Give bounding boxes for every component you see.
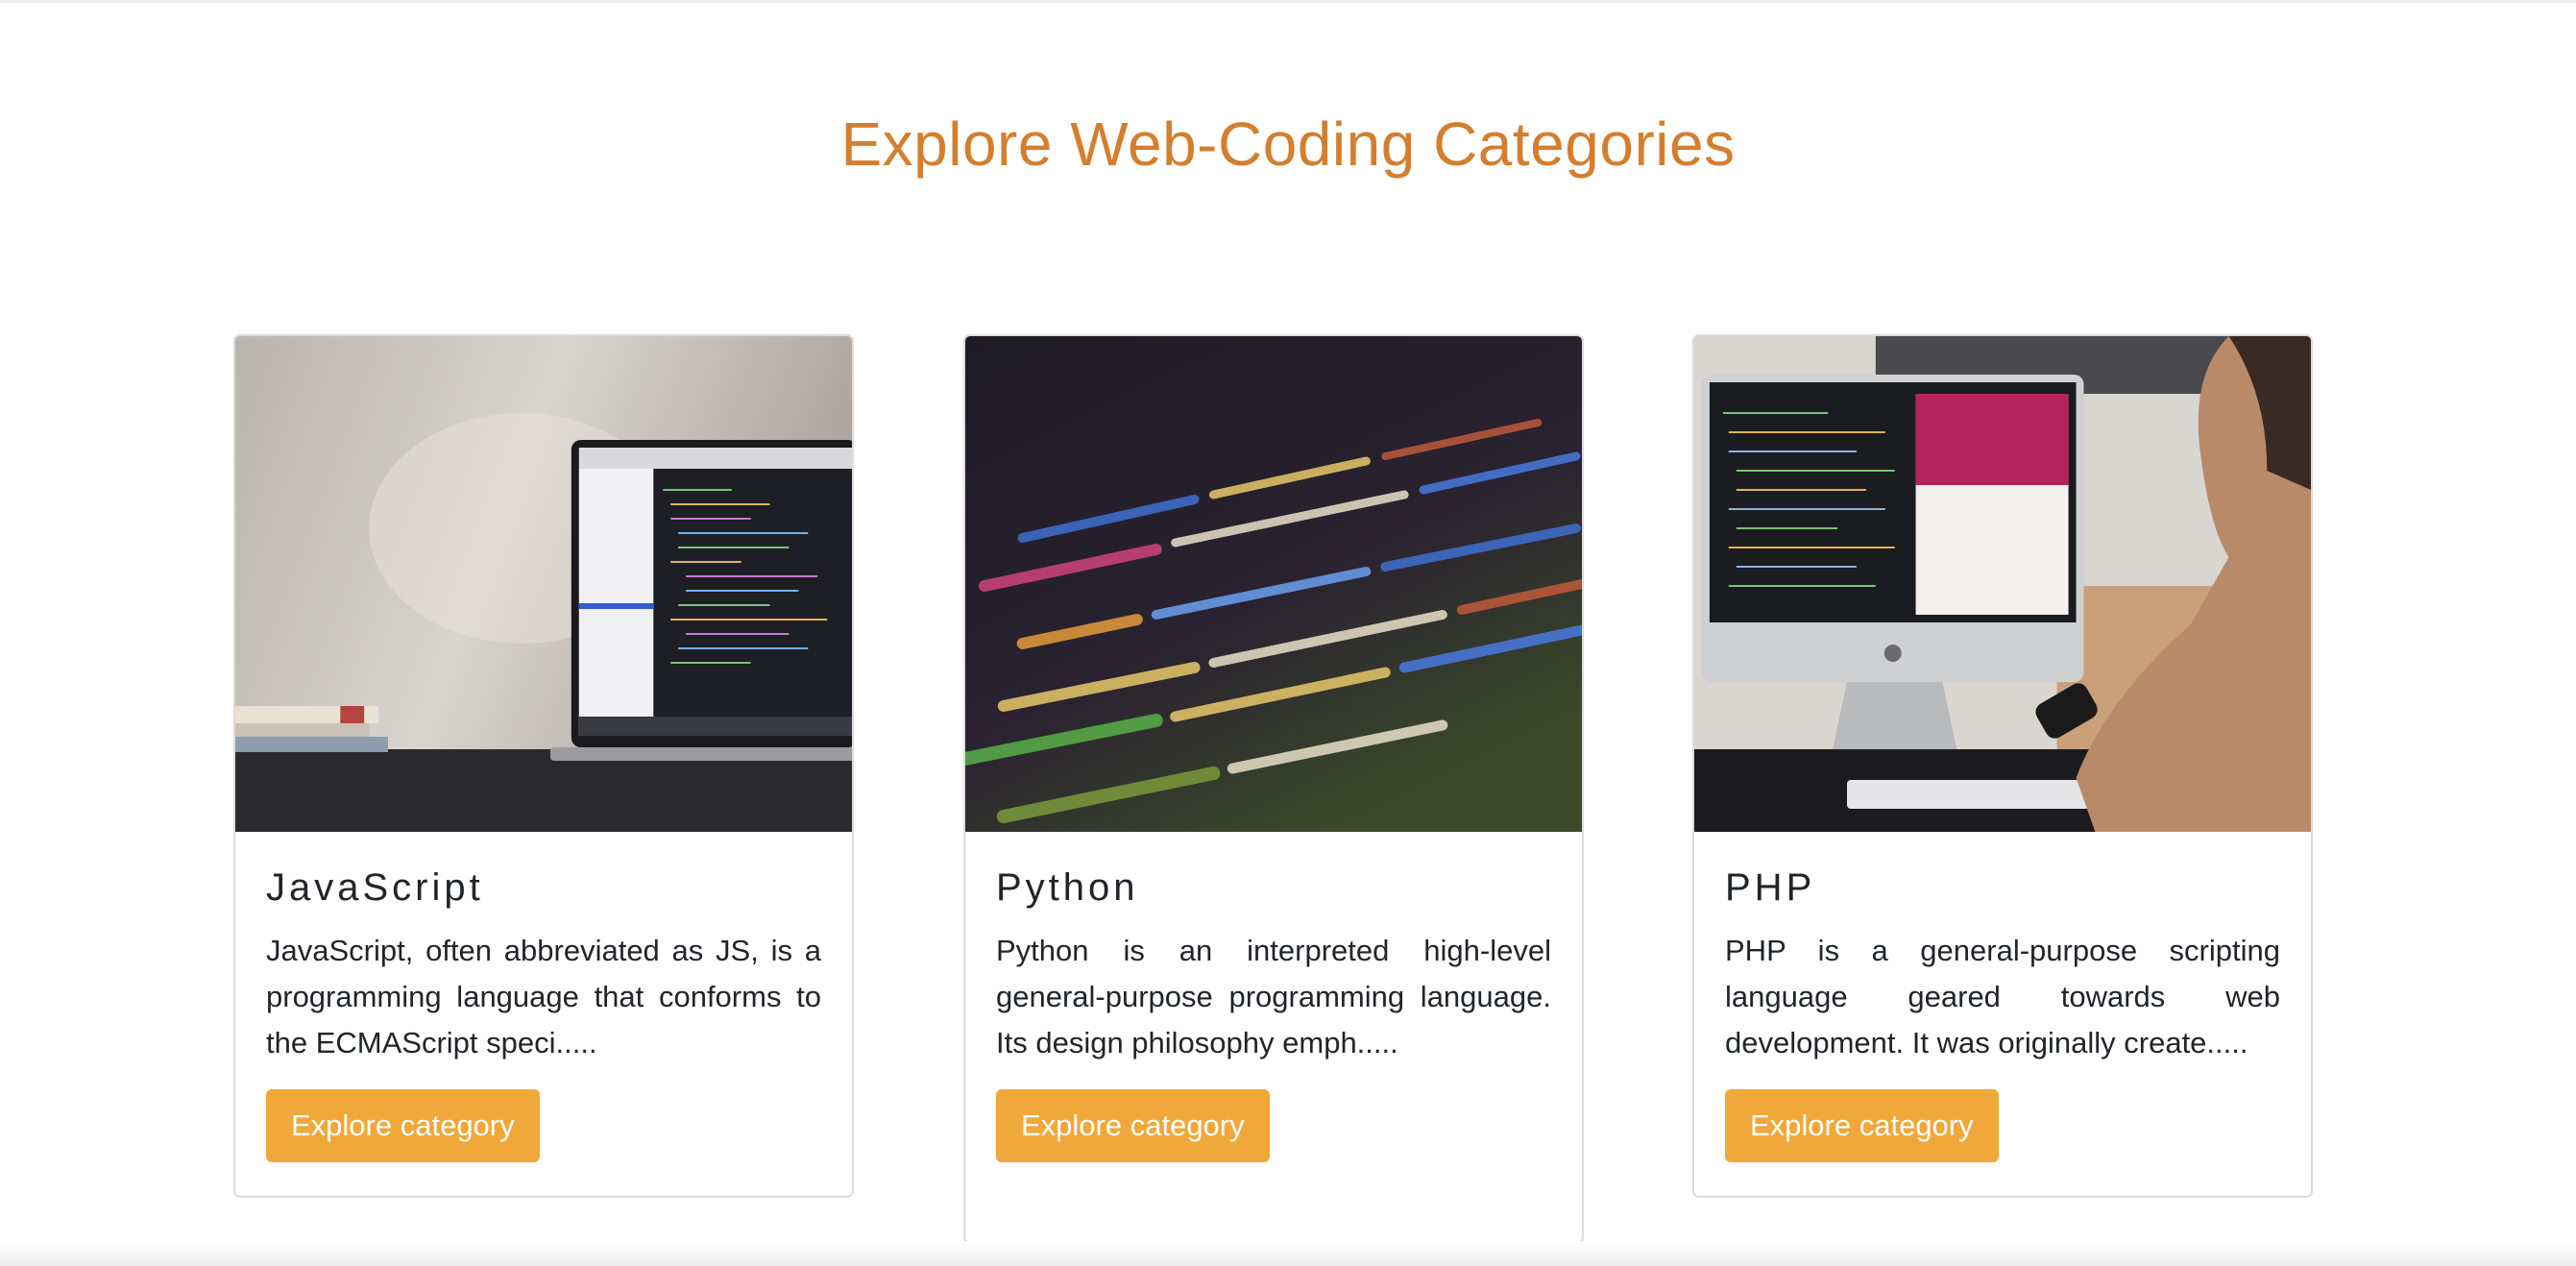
- page: Explore Web-Coding Categories JavaScript…: [0, 0, 2576, 1266]
- card-description: PHP is a general-purpose scripting langu…: [1725, 934, 2280, 1059]
- category-card-python: Python Python is an interpreted high-lev…: [963, 334, 1584, 1244]
- card-image-javascript: [235, 336, 852, 832]
- card-title: JavaScript: [266, 866, 484, 909]
- card-title: PHP: [1725, 866, 1816, 909]
- card-title: Python: [996, 866, 1139, 909]
- explore-category-button-php[interactable]: Explore category: [1725, 1089, 1999, 1162]
- card-image-python: [965, 336, 1582, 832]
- category-card-php: PHP PHP is a general-purpose scripting l…: [1692, 334, 2313, 1198]
- explore-category-button-javascript[interactable]: Explore category: [266, 1089, 540, 1162]
- explore-category-button-python[interactable]: Explore category: [996, 1089, 1270, 1162]
- card-body: PHP PHP is a general-purpose scripting l…: [1694, 832, 2311, 1162]
- card-body: Python Python is an interpreted high-lev…: [965, 832, 1582, 1162]
- card-image-php: [1694, 336, 2311, 832]
- category-card-javascript: JavaScript JavaScript, often abbreviated…: [233, 334, 854, 1198]
- page-title: Explore Web-Coding Categories: [840, 110, 1736, 179]
- card-body: JavaScript JavaScript, often abbreviated…: [235, 832, 852, 1162]
- bottom-divider: [0, 1241, 2576, 1266]
- card-description: Python is an interpreted high-level gene…: [996, 934, 1551, 1059]
- card-description: JavaScript, often abbreviated as JS, is …: [266, 934, 821, 1059]
